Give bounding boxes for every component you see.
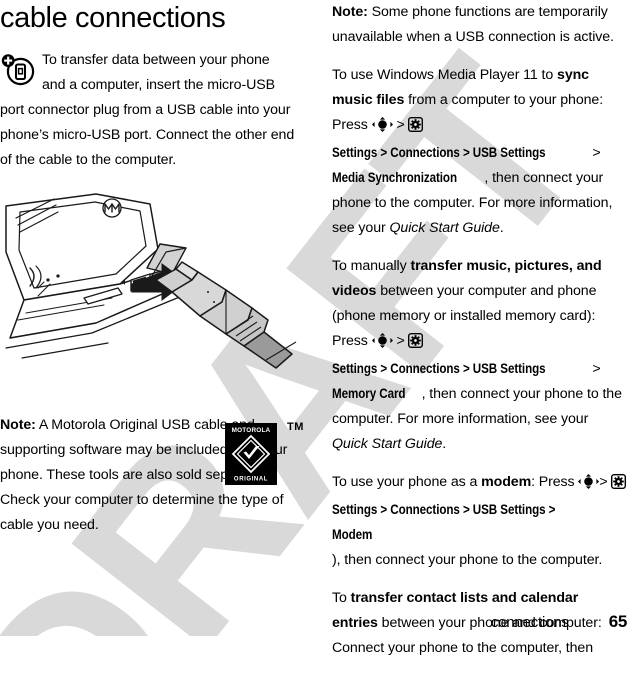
text-run: ), then connect your phone to the comput…: [332, 552, 603, 568]
intro-line-1: To transfer data between your phone: [42, 52, 270, 68]
trademark-mark: TM: [287, 421, 304, 433]
paragraph-modem: To use your phone as a modem: Press > Se…: [332, 470, 627, 573]
note-body-right: Some phone functions are temporarily una…: [332, 4, 614, 45]
italic-quick-start-guide: Quick Start Guide: [332, 436, 443, 452]
text-run: .: [499, 220, 504, 236]
page-title: cable connections: [0, 2, 226, 34]
motorola-original-badge-wrap: TM MOTOROLA ORIGINAL: [225, 421, 303, 485]
settings-gear-icon: [408, 332, 424, 357]
bold-run-modem: modem: [481, 474, 532, 490]
nav-key-icon: [578, 473, 600, 498]
intro-paragraph: To transfer data between your phone and …: [0, 48, 295, 173]
text-run: >: [599, 474, 612, 490]
note-label-left: Note:: [0, 417, 36, 433]
svg-text:ORIGINAL: ORIGINAL: [234, 477, 268, 483]
text-run: .: [442, 436, 447, 452]
menu-path-settings-connections-usb-modem: Settings > Connections > USB Settings > …: [332, 502, 556, 543]
nav-key-icon: [371, 332, 393, 357]
text-run: >: [392, 117, 409, 133]
motorola-original-badge: MOTOROLA ORIGINAL: [225, 423, 277, 485]
footer-page-number: 65: [608, 612, 627, 631]
text-run: >: [592, 361, 601, 377]
menu-path-memory-card: Memory Card: [332, 386, 406, 402]
page-footer: connections 65: [332, 612, 627, 632]
footer-section-name: connections: [490, 614, 569, 631]
note-paragraph-right: Note: Some phone functions are temporari…: [332, 0, 627, 50]
note-block-left: TM MOTOROLA ORIGINAL Note: A Motorola Or…: [0, 413, 303, 538]
left-column: cable connections To transfer data betwe…: [0, 0, 303, 533]
intro-line-2: and a computer, insert the micro-USB: [42, 77, 275, 93]
svg-text:MOTOROLA: MOTOROLA: [232, 427, 271, 434]
text-run: To manually: [332, 258, 411, 274]
menu-path-media-synchronization: Media Synchronization: [332, 170, 457, 186]
right-column: Note: Some phone functions are temporari…: [332, 0, 627, 674]
text-run: To use your phone as a: [332, 474, 482, 490]
intro-rest: port connector plug from a USB cable int…: [0, 102, 295, 168]
menu-path-settings-connections-usb: Settings > Connections > USB Settings: [332, 361, 546, 377]
text-run: >: [592, 145, 601, 161]
paragraph-sync-music: To use Windows Media Player 11 to sync m…: [332, 63, 627, 241]
text-run: >: [392, 333, 409, 349]
note-label-right: Note:: [332, 4, 368, 20]
menu-path-settings-connections-usb: Settings > Connections > USB Settings: [332, 145, 546, 161]
nav-key-icon: [371, 116, 393, 141]
phone-usb-cable-illustration: [0, 192, 300, 392]
text-run: To use Windows Media Player 11 to: [332, 67, 558, 83]
settings-gear-icon: [408, 116, 424, 141]
text-run: To: [332, 590, 351, 606]
phone-plus-icon: [0, 52, 36, 88]
intro-block: To transfer data between your phone and …: [0, 48, 295, 173]
settings-gear-icon: [611, 473, 627, 498]
paragraph-transfer-media: To manually transfer music, pictures, an…: [332, 254, 627, 457]
text-run: : Press: [531, 474, 579, 490]
italic-quick-start-guide: Quick Start Guide: [389, 220, 500, 236]
